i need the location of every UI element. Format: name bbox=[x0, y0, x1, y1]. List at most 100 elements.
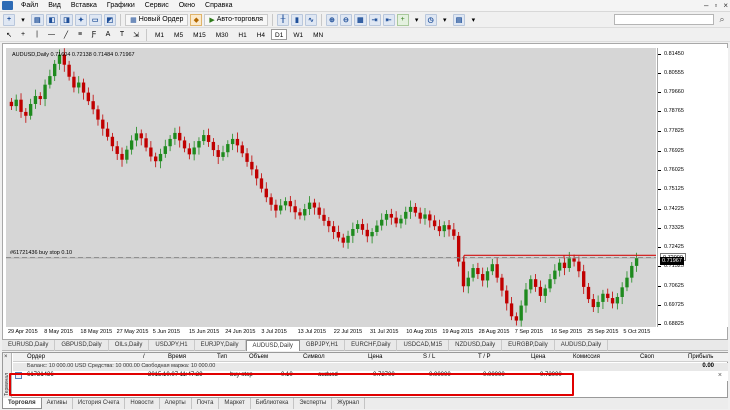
chart-shift-icon[interactable]: ⇤ bbox=[382, 13, 395, 26]
chart-tab[interactable]: EURCHF,Daily bbox=[345, 340, 398, 351]
chart-tab[interactable]: OILs,Daily bbox=[109, 340, 150, 351]
column-header[interactable]: S / L bbox=[423, 354, 435, 360]
minimize-icon[interactable]: – bbox=[704, 1, 708, 10]
chart-tab[interactable]: EURUSD,Daily bbox=[2, 340, 56, 351]
menu-tools[interactable]: Сервис bbox=[140, 0, 174, 12]
horizontal-line-icon[interactable]: — bbox=[45, 29, 58, 41]
tester-icon[interactable]: ◩ bbox=[103, 13, 117, 26]
chart-tab[interactable]: EURJPY,Daily bbox=[195, 340, 246, 351]
market-watch-icon[interactable]: ◧ bbox=[45, 13, 59, 26]
terminal-tab[interactable]: Библиотека bbox=[251, 398, 295, 409]
chart-tab[interactable]: NZDUSD,Daily bbox=[449, 340, 503, 351]
zoom-out-icon[interactable]: ⊖ bbox=[339, 13, 352, 26]
indicators-icon[interactable]: + bbox=[396, 13, 409, 26]
arrows-icon[interactable]: ⇲ bbox=[130, 29, 142, 41]
autotrade-button[interactable]: ▶ Авто-торговля bbox=[204, 13, 268, 26]
chart-tab[interactable]: USDJPY,H1 bbox=[149, 340, 195, 351]
candle-chart-icon[interactable]: ▮ bbox=[290, 13, 303, 26]
tile-windows-icon[interactable]: ▦ bbox=[353, 13, 367, 26]
column-header[interactable]: Тип bbox=[217, 354, 227, 360]
timeframe-m5[interactable]: M5 bbox=[170, 29, 187, 40]
text-icon[interactable]: A bbox=[102, 29, 114, 41]
chart-plot[interactable]: AUDUSD,Daily 0.71604 0.72138 0.71484 0.7… bbox=[6, 48, 661, 327]
terminal-tab[interactable]: Торговля bbox=[2, 398, 42, 409]
search-input[interactable] bbox=[614, 14, 714, 25]
candle bbox=[134, 126, 139, 147]
close-icon[interactable]: × bbox=[718, 372, 722, 379]
column-header[interactable]: Ордер bbox=[27, 354, 45, 360]
terminal-tab[interactable]: Эксперты bbox=[294, 398, 333, 409]
terminal-tab[interactable]: Новости bbox=[125, 398, 160, 409]
column-header[interactable]: Время bbox=[168, 354, 186, 360]
column-header[interactable]: Цена bbox=[531, 354, 545, 360]
column-header[interactable]: Комиссия bbox=[573, 354, 600, 360]
profiles-icon[interactable]: ▤ bbox=[31, 13, 44, 26]
terminal-tab[interactable]: Алерты bbox=[160, 398, 192, 409]
bar-chart-icon[interactable]: ╫ bbox=[276, 13, 289, 26]
timeframe-h1[interactable]: H1 bbox=[234, 29, 250, 40]
candle bbox=[110, 132, 115, 152]
menu-window[interactable]: Окно bbox=[174, 0, 200, 12]
dropdown-arrow-icon[interactable]: ▾ bbox=[17, 14, 29, 26]
restore-icon[interactable]: ▫ bbox=[714, 1, 717, 10]
chart-tab[interactable]: GBPUSD,Daily bbox=[55, 340, 109, 351]
new-order-button[interactable]: ▦ Новый Ордер bbox=[125, 13, 189, 26]
chart-tab[interactable]: EURGBP,Daily bbox=[502, 340, 555, 351]
timeframe-h4[interactable]: H4 bbox=[253, 29, 269, 40]
menu-insert[interactable]: Вставка bbox=[66, 0, 102, 12]
channel-icon[interactable]: ≡ bbox=[74, 29, 86, 41]
search-icon[interactable]: ⌕ bbox=[717, 14, 727, 24]
dropdown-arrow-icon[interactable]: ▾ bbox=[411, 14, 423, 26]
timeframe-m15[interactable]: M15 bbox=[189, 29, 210, 40]
chart-tab[interactable]: AUDUSD,Daily bbox=[245, 340, 300, 351]
label-icon[interactable]: T bbox=[116, 29, 128, 41]
menu-file[interactable]: Файл bbox=[16, 0, 43, 12]
fibonacci-icon[interactable]: Ƒ bbox=[88, 29, 100, 41]
column-header[interactable]: Прибыль bbox=[688, 354, 713, 360]
candle bbox=[456, 231, 461, 267]
line-chart-icon[interactable]: ∿ bbox=[304, 13, 317, 26]
terminal-tab[interactable]: Активы bbox=[42, 398, 73, 409]
column-header[interactable]: Символ bbox=[303, 354, 325, 360]
price-tick-label: 0.68825 bbox=[658, 321, 684, 328]
menu-help[interactable]: Справка bbox=[200, 0, 237, 12]
terminal-icon[interactable]: ▭ bbox=[88, 13, 102, 26]
date-tick-label: 16 Sep 2015 bbox=[551, 329, 583, 335]
column-header[interactable]: / bbox=[143, 354, 145, 360]
new-chart-icon[interactable]: + bbox=[3, 13, 15, 26]
navigator-icon[interactable]: ✦ bbox=[74, 13, 87, 26]
close-icon[interactable]: × bbox=[4, 354, 8, 360]
templates-icon[interactable]: ▤ bbox=[452, 13, 466, 26]
chart-tab[interactable]: GBPJPY,H1 bbox=[300, 340, 346, 351]
terminal-tab[interactable]: Журнал bbox=[332, 398, 366, 409]
vertical-line-icon[interactable]: | bbox=[31, 29, 43, 41]
column-header[interactable]: Своп bbox=[640, 354, 654, 360]
column-header[interactable]: T / P bbox=[478, 354, 491, 360]
terminal-tab[interactable]: Маркет bbox=[219, 398, 251, 409]
timeframe-m30[interactable]: M30 bbox=[212, 29, 233, 40]
column-header[interactable]: Объем bbox=[249, 354, 268, 360]
timeframe-w1[interactable]: W1 bbox=[289, 29, 307, 40]
chart-tab[interactable]: AUDUSD,Daily bbox=[555, 340, 609, 351]
autoscroll-icon[interactable]: ⇥ bbox=[368, 13, 381, 26]
timeframe-m1[interactable]: M1 bbox=[151, 29, 168, 40]
close-icon[interactable]: × bbox=[723, 1, 728, 10]
column-header[interactable]: Цена bbox=[368, 354, 382, 360]
trendline-icon[interactable]: ╱ bbox=[60, 29, 72, 41]
metaeditor-icon[interactable]: ◆ bbox=[190, 13, 203, 26]
crosshair-icon[interactable]: + bbox=[17, 29, 29, 41]
timeframe-mn[interactable]: MN bbox=[309, 29, 327, 40]
dropdown-arrow-icon[interactable]: ▾ bbox=[439, 14, 451, 26]
periods-icon[interactable]: ◷ bbox=[424, 13, 437, 26]
menu-view[interactable]: Вид bbox=[43, 0, 66, 12]
terminal-tab[interactable]: Почта bbox=[192, 398, 220, 409]
data-window-icon[interactable]: ◨ bbox=[60, 13, 73, 26]
dropdown-arrow-icon[interactable]: ▾ bbox=[467, 14, 479, 26]
candle bbox=[254, 165, 259, 186]
cursor-icon[interactable]: ↖ bbox=[3, 29, 15, 41]
timeframe-d1[interactable]: D1 bbox=[271, 29, 288, 40]
menu-charts[interactable]: Графики bbox=[102, 0, 140, 12]
terminal-tab[interactable]: История Счета bbox=[73, 398, 126, 409]
zoom-in-icon[interactable]: ⊕ bbox=[325, 13, 338, 26]
chart-tab[interactable]: USDCAD,M15 bbox=[397, 340, 450, 351]
